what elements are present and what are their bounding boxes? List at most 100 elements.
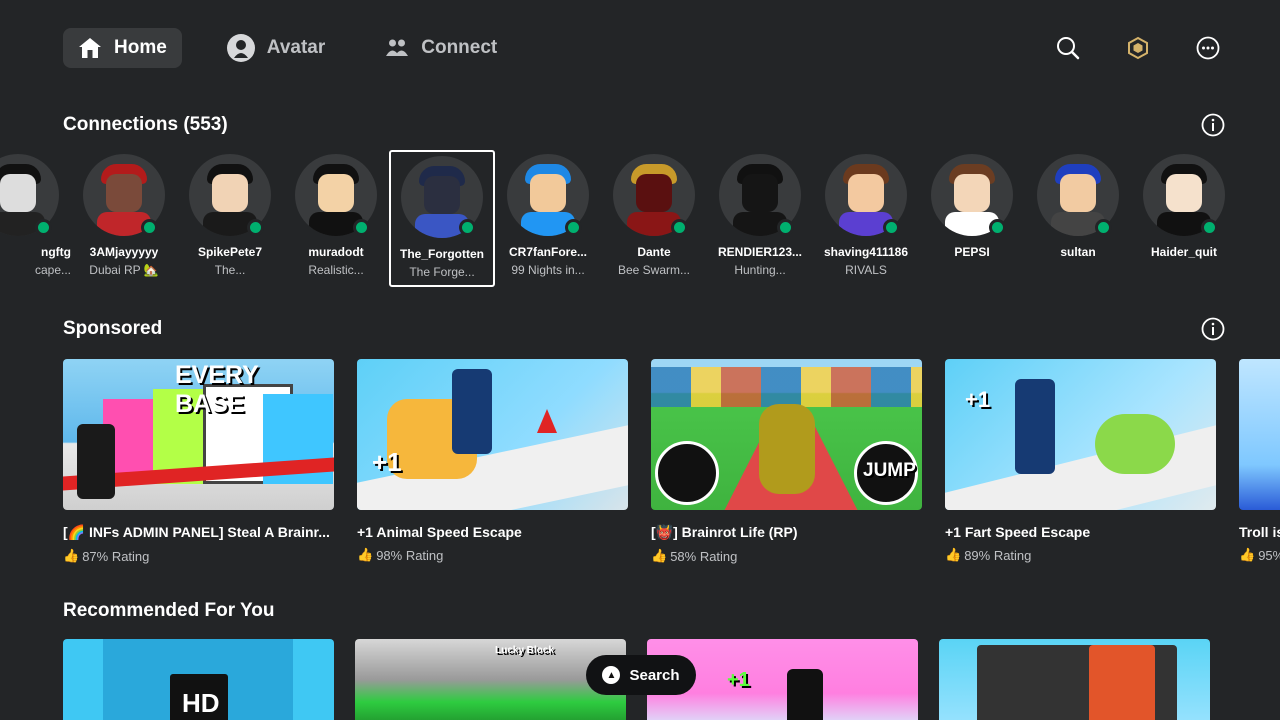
friend-card[interactable]: Dante Bee Swarm... xyxy=(601,150,707,287)
online-indicator xyxy=(1095,219,1112,236)
thumbs-up-icon: 👍 xyxy=(63,548,80,563)
online-indicator xyxy=(883,219,900,236)
online-indicator xyxy=(459,219,476,236)
friend-status: RIVALS xyxy=(845,263,887,277)
online-indicator xyxy=(353,219,370,236)
search-icon[interactable] xyxy=(1056,36,1080,60)
game-thumbnail: Lucky Block xyxy=(355,639,626,720)
friend-status: The Forge... xyxy=(409,265,475,279)
game-card[interactable]: HD xyxy=(63,639,334,720)
friend-card[interactable]: Haider_quit xyxy=(1131,150,1237,287)
friend-card[interactable]: SpikePete7 The... xyxy=(177,150,283,287)
game-title: Troll is xyxy=(1239,524,1280,540)
connections-title[interactable]: Connections (553) xyxy=(63,114,228,136)
friend-status: Dubai RP 🏡 xyxy=(89,263,159,277)
info-icon[interactable] xyxy=(1201,317,1225,341)
game-title: +1 Fart Speed Escape xyxy=(945,524,1091,540)
online-indicator xyxy=(671,219,688,236)
friend-card[interactable]: RENDIER123... Hunting... xyxy=(707,150,813,287)
game-rating: 👍 87% Rating xyxy=(63,548,150,564)
search-button[interactable]: ▲ Search xyxy=(586,655,696,695)
game-card[interactable]: Troll is 👍95% xyxy=(1239,359,1280,564)
recommended-title: Recommended For You xyxy=(63,600,275,621)
friend-card[interactable]: 3AMjayyyyy Dubai RP 🏡 xyxy=(71,150,177,287)
online-indicator xyxy=(35,219,52,236)
friend-name: Dante xyxy=(637,245,671,259)
game-card[interactable]: +1 +1 Fart Speed Escape 👍 89% Rating xyxy=(945,359,1216,564)
friend-name: The_Forgotten xyxy=(400,247,484,261)
top-nav: Home Avatar Connect xyxy=(63,28,1220,68)
game-title: [🌈 INFs ADMIN PANEL] Steal A Brainr... xyxy=(63,524,330,540)
thumbnail-text: HD xyxy=(182,688,220,718)
thumbnail-text: Lucky Block xyxy=(495,645,554,656)
friend-name: CR7fanFore... xyxy=(508,245,587,259)
friend-card[interactable]: sultan xyxy=(1025,150,1131,287)
game-card[interactable]: EVERY BASE [🌈 INFs ADMIN PANEL] Steal A … xyxy=(63,359,334,564)
tab-home-label: Home xyxy=(114,37,167,58)
friend-status: 99 Nights in... xyxy=(511,263,585,277)
people-icon xyxy=(385,37,409,59)
game-rating: 👍 98% Rating xyxy=(357,547,444,563)
friend-card[interactable]: muradodt Realistic... xyxy=(283,150,389,287)
game-rating: 👍 89% Rating xyxy=(945,547,1032,563)
friend-name: shaving411186 xyxy=(823,245,909,259)
thumbnail-text: EVERY BASE xyxy=(175,361,259,418)
friend-name: SpikePete7 xyxy=(197,245,263,259)
friend-card[interactable]: ngftg cape... xyxy=(0,150,71,287)
thumbs-up-icon: 👍 xyxy=(945,547,962,562)
friend-status: The... xyxy=(214,263,246,277)
game-thumbnail: EVERY BASE xyxy=(63,359,334,510)
thumbs-up-icon: 👍 xyxy=(357,547,374,562)
robux-icon[interactable] xyxy=(1126,36,1150,60)
info-icon[interactable] xyxy=(1201,113,1225,137)
friend-status: Realistic... xyxy=(308,263,364,277)
friend-status: cape... xyxy=(34,263,71,277)
online-indicator xyxy=(1201,219,1218,236)
tab-avatar[interactable]: Avatar xyxy=(212,28,340,68)
online-indicator xyxy=(989,219,1006,236)
friend-name: PEPSI xyxy=(954,245,990,259)
game-rating: 👍95% xyxy=(1239,547,1280,563)
friend-name: Haider_quit xyxy=(1150,245,1217,259)
game-thumbnail xyxy=(939,639,1210,720)
avatar-icon xyxy=(226,34,255,62)
connections-list: ngftg cape... 3AMjayyyyy Dubai RP 🏡 Spik… xyxy=(0,150,1237,287)
game-thumbnail: JUMP xyxy=(651,359,922,510)
online-indicator xyxy=(141,219,158,236)
friend-card-selected[interactable]: The_Forgotten The Forge... xyxy=(389,150,495,287)
friend-card[interactable]: PEPSI xyxy=(919,150,1025,287)
game-thumbnail: +1 xyxy=(357,359,628,510)
game-card[interactable] xyxy=(939,639,1210,720)
online-indicator xyxy=(565,219,582,236)
game-title: [👹] Brainrot Life (RP) xyxy=(651,524,798,540)
search-label: Search xyxy=(629,666,680,684)
tab-connect[interactable]: Connect xyxy=(370,28,512,68)
game-thumbnail xyxy=(1239,359,1280,510)
game-card[interactable]: +1 +1 Animal Speed Escape 👍 98% Rating xyxy=(357,359,628,564)
friend-card[interactable]: shaving411186 RIVALS xyxy=(813,150,919,287)
friend-name: ngftg xyxy=(41,245,71,259)
thumbs-up-icon: 👍 xyxy=(651,548,668,563)
more-icon[interactable] xyxy=(1196,36,1220,60)
game-title: +1 Animal Speed Escape xyxy=(357,524,522,540)
tab-home[interactable]: Home xyxy=(63,28,182,68)
sponsored-row: EVERY BASE [🌈 INFs ADMIN PANEL] Steal A … xyxy=(63,359,1280,564)
game-thumbnail: +1 xyxy=(945,359,1216,510)
online-indicator xyxy=(777,219,794,236)
game-card[interactable]: Lucky Block xyxy=(355,639,626,720)
thumbnail-text: +1 xyxy=(372,447,402,477)
game-card[interactable]: JUMP [👹] Brainrot Life (RP) 👍 58% Rating xyxy=(651,359,922,564)
friend-name: sultan xyxy=(1060,245,1096,259)
controller-button-icon: ▲ xyxy=(602,666,621,684)
home-icon xyxy=(78,37,102,59)
friend-card[interactable]: CR7fanFore... 99 Nights in... xyxy=(495,150,601,287)
sponsored-title: Sponsored xyxy=(63,318,163,339)
thumbnail-text: JUMP xyxy=(863,460,916,481)
game-thumbnail: HD xyxy=(63,639,334,720)
friend-status: Hunting... xyxy=(734,263,786,277)
friend-name: muradodt xyxy=(308,245,364,259)
online-indicator xyxy=(247,219,264,236)
game-rating: 👍 58% Rating xyxy=(651,548,738,564)
friend-status: Bee Swarm... xyxy=(617,263,691,277)
nav-actions xyxy=(1056,36,1220,60)
